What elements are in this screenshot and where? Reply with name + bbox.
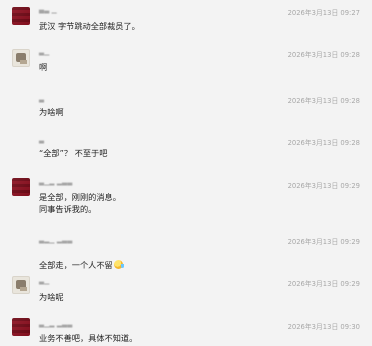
user-avatar[interactable] [12,49,30,67]
message-text-content: 全部走，一个人不留 [39,260,113,270]
message-time: 2026年3月13日 09:29 [287,182,360,190]
message-text: 业务不善吧，具体不知道。 [39,333,138,343]
sender-name: ▃ [39,95,45,103]
user-avatar[interactable] [12,178,30,196]
message-time: 2026年3月13日 09:30 [287,323,360,331]
sender-name: ▃▁ [39,277,50,285]
sender-name: ▃ [39,136,45,144]
user-avatar[interactable] [12,276,30,294]
sender-name: ▃▂▁ ▂▃▃ [39,236,73,244]
sender-name: ▄▃ ▁ [39,6,57,14]
sender-name: ▃▁ [39,48,50,56]
sender-name: ▃▁▂ ▂▃▃ [39,178,73,186]
message-text: 为啥啊 [39,107,64,117]
message-time: 2026年3月13日 09:28 [287,97,360,105]
message-time: 2026年3月13日 09:28 [287,51,360,59]
message-time: 2026年3月13日 09:29 [287,238,360,246]
message-text: 武汉 字节跳动全部裁员了。 [39,21,140,31]
message-text: 全部走，一个人不留 [39,247,124,271]
message-text: 是全部，刚刚的消息。 同事告诉我的。 [39,192,121,214]
message-time: 2026年3月13日 09:27 [287,9,360,17]
message-text: “全部”？ 不至于吧 [39,148,108,158]
sender-name: ▃▁▂ ▂▃▃ [39,320,73,328]
message-text: 为啥呢 [39,292,64,302]
message-time: 2026年3月13日 09:29 [287,280,360,288]
user-avatar[interactable] [12,7,30,25]
message-time: 2026年3月13日 09:28 [287,139,360,147]
message-text: 啊 [39,62,48,72]
sweat-smile-icon [113,260,124,269]
user-avatar[interactable] [12,318,30,336]
chat-log: ▄▃ ▁ 2026年3月13日 09:27 武汉 字节跳动全部裁员了。 ▃▁ 2… [0,0,372,346]
